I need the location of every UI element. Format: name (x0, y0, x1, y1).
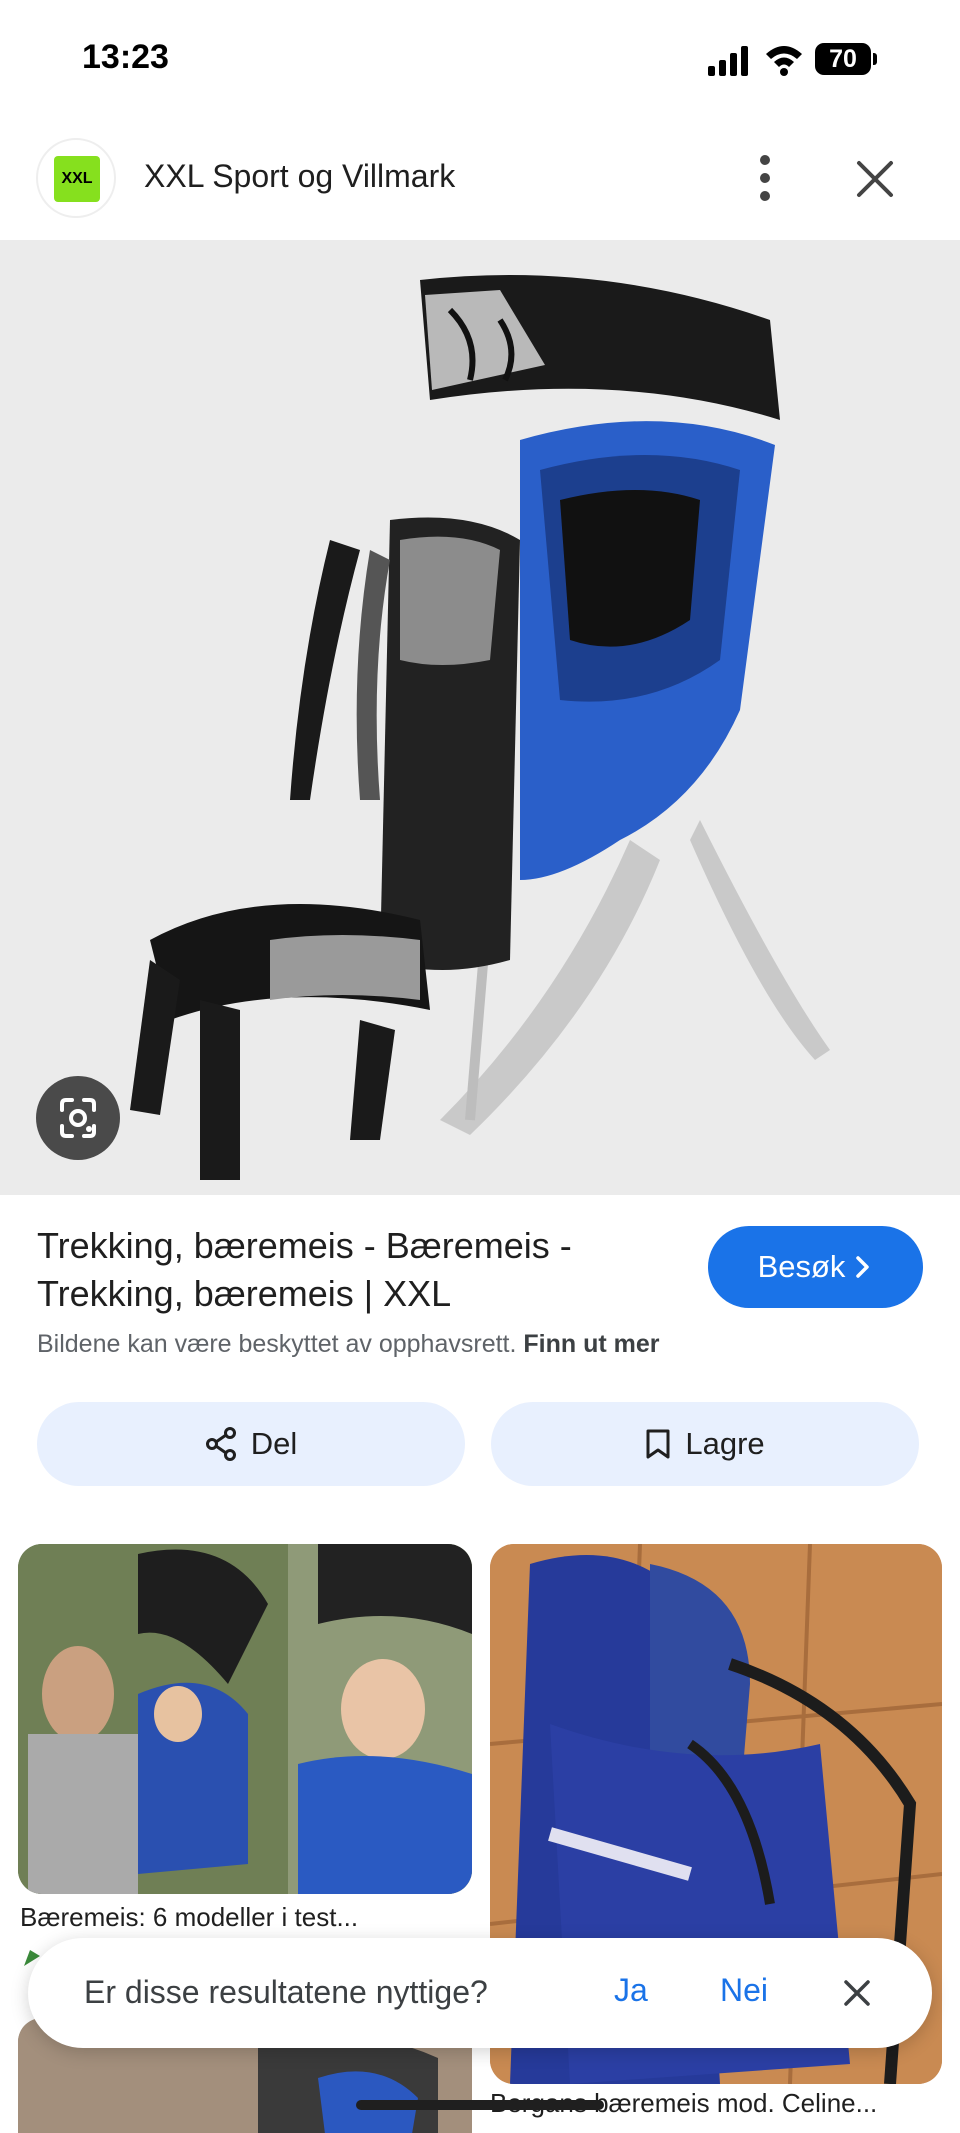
bookmark-icon (646, 1429, 670, 1459)
xxl-logo: XXL (54, 156, 100, 202)
lens-search-button[interactable] (36, 1076, 120, 1160)
product-image[interactable] (0, 240, 960, 1195)
status-bar: 13:23 70 (0, 0, 960, 120)
related-image-1-caption[interactable]: Bæremeis: 6 modeller i test... (20, 1902, 358, 1933)
copyright-notice: Bildene kan være beskyttet av opphavsret… (37, 1330, 660, 1359)
cellular-signal-icon (708, 46, 748, 76)
more-options-icon[interactable] (740, 150, 790, 206)
wifi-icon (766, 46, 802, 76)
visit-button-label: Besøk (757, 1249, 846, 1284)
share-icon (205, 1427, 236, 1461)
site-favicon[interactable]: XXL (36, 138, 116, 218)
share-button-label: Del (250, 1426, 298, 1461)
share-button[interactable]: Del (37, 1402, 465, 1486)
chevron-right-icon (856, 1256, 870, 1278)
save-button-label: Lagre (685, 1426, 765, 1461)
battery-level: 70 (815, 43, 871, 75)
feedback-no-button[interactable]: Nei (720, 1972, 768, 2009)
feedback-question: Er disse resultatene nyttige? (84, 1974, 488, 2010)
home-indicator[interactable] (356, 2100, 604, 2110)
battery-tip (873, 53, 877, 65)
save-button[interactable]: Lagre (491, 1402, 919, 1486)
learn-more-link[interactable]: Finn ut mer (523, 1330, 659, 1358)
lens-icon (60, 1098, 96, 1138)
feedback-prompt: Er disse resultatene nyttige? Ja Nei (28, 1938, 932, 2048)
visit-button[interactable]: Besøk (708, 1226, 923, 1308)
battery-indicator: 70 (815, 43, 877, 75)
related-image-1-photo (18, 1544, 472, 1894)
close-icon[interactable] (850, 154, 900, 204)
site-name[interactable]: XXL Sport og Villmark (144, 158, 455, 195)
related-image-1[interactable] (18, 1544, 472, 1894)
close-icon[interactable] (834, 1970, 880, 2016)
source-header: XXL XXL Sport og Villmark (0, 120, 960, 240)
status-time: 13:23 (82, 38, 169, 76)
child-carrier-illustration (130, 275, 830, 1180)
feedback-yes-button[interactable]: Ja (614, 1972, 648, 2009)
result-title[interactable]: Trekking, bæremeis - Bæremeis - Trekking… (37, 1222, 677, 1318)
copyright-text: Bildene kan være beskyttet av opphavsret… (37, 1330, 517, 1358)
